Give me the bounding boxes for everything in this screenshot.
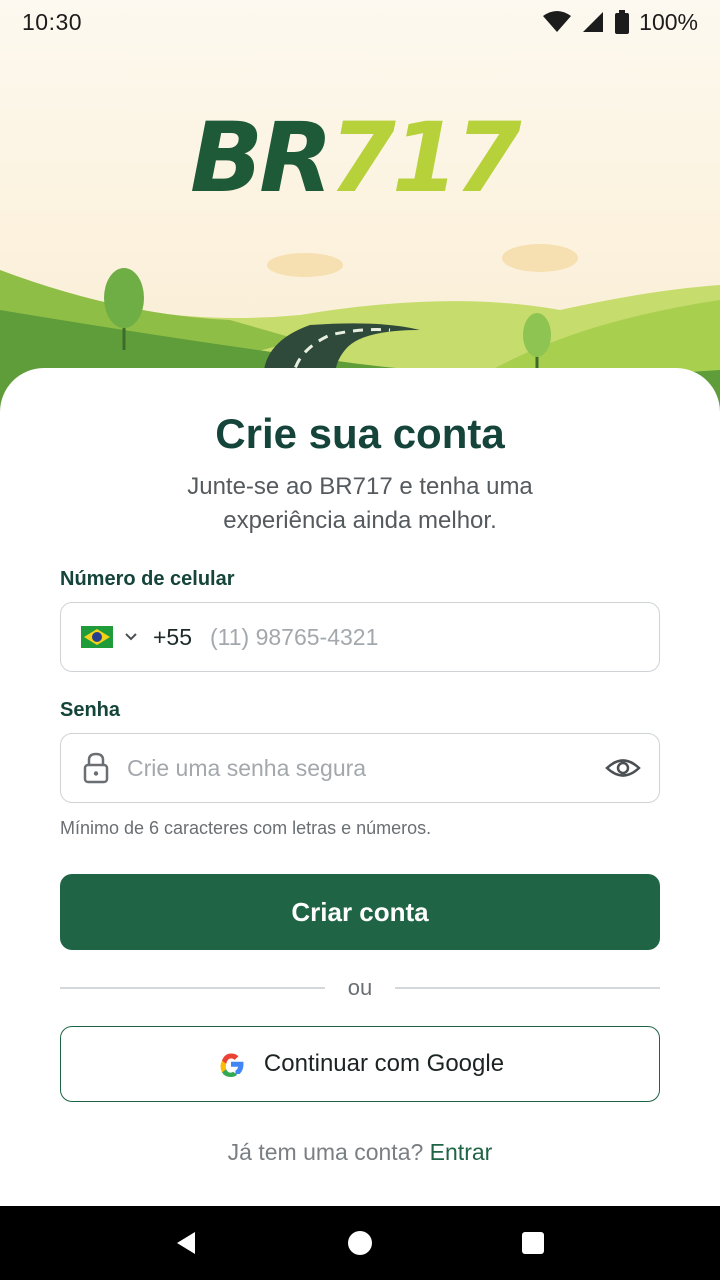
recents-button[interactable] bbox=[513, 1223, 553, 1263]
lock-icon bbox=[83, 752, 109, 784]
brazil-flag-icon bbox=[81, 626, 113, 648]
wifi-icon bbox=[543, 11, 572, 32]
password-field[interactable] bbox=[60, 733, 660, 803]
phone-input[interactable] bbox=[210, 623, 611, 651]
app-logo: BR717 bbox=[190, 108, 530, 208]
divider-line-right bbox=[395, 987, 660, 989]
eye-icon[interactable] bbox=[605, 753, 641, 783]
back-icon bbox=[176, 1232, 195, 1254]
country-selector[interactable] bbox=[61, 626, 139, 648]
dial-code: +55 bbox=[153, 623, 193, 650]
password-input[interactable] bbox=[127, 754, 577, 782]
recents-icon bbox=[522, 1232, 545, 1254]
logo-text-number: 717 bbox=[329, 102, 521, 214]
signin-prompt: Já tem uma conta? bbox=[227, 1139, 424, 1165]
divider-line-left bbox=[60, 987, 325, 989]
home-button[interactable] bbox=[340, 1223, 380, 1263]
page-subtitle: Junte-se ao BR717 e tenha uma experiênci… bbox=[187, 473, 533, 534]
password-label: Senha bbox=[60, 699, 121, 721]
phone-label: Número de celular bbox=[60, 568, 235, 590]
signin-prompt-row: Já tem uma conta? Entrar bbox=[0, 1139, 720, 1166]
system-nav-bar bbox=[0, 1206, 720, 1280]
status-icons: 100% bbox=[543, 9, 698, 36]
chevron-down-icon bbox=[125, 633, 137, 641]
hero-banner: 10:30 100% BR717 bbox=[0, 0, 720, 420]
google-signin-button[interactable]: Continuar com Google bbox=[60, 1026, 660, 1102]
battery-percentage: 100% bbox=[639, 8, 698, 35]
status-time: 10:30 bbox=[22, 8, 83, 35]
divider-text: ou bbox=[347, 975, 373, 1000]
signin-link[interactable]: Entrar bbox=[430, 1139, 493, 1165]
battery-icon bbox=[615, 10, 630, 34]
signal-icon bbox=[583, 12, 604, 32]
page-title: Crie sua conta bbox=[215, 410, 505, 457]
create-account-button[interactable]: Criar conta bbox=[60, 874, 660, 950]
phone-field[interactable]: +55 bbox=[60, 602, 660, 672]
password-hint: Mínimo de 6 caracteres com letras e núme… bbox=[60, 818, 432, 838]
google-button-label: Continuar com Google bbox=[263, 1050, 505, 1077]
status-bar: 10:30 100% bbox=[0, 0, 720, 44]
google-icon bbox=[220, 1053, 244, 1077]
back-button[interactable] bbox=[167, 1223, 207, 1263]
logo-text-br: BR bbox=[190, 102, 333, 214]
home-icon bbox=[347, 1231, 372, 1255]
